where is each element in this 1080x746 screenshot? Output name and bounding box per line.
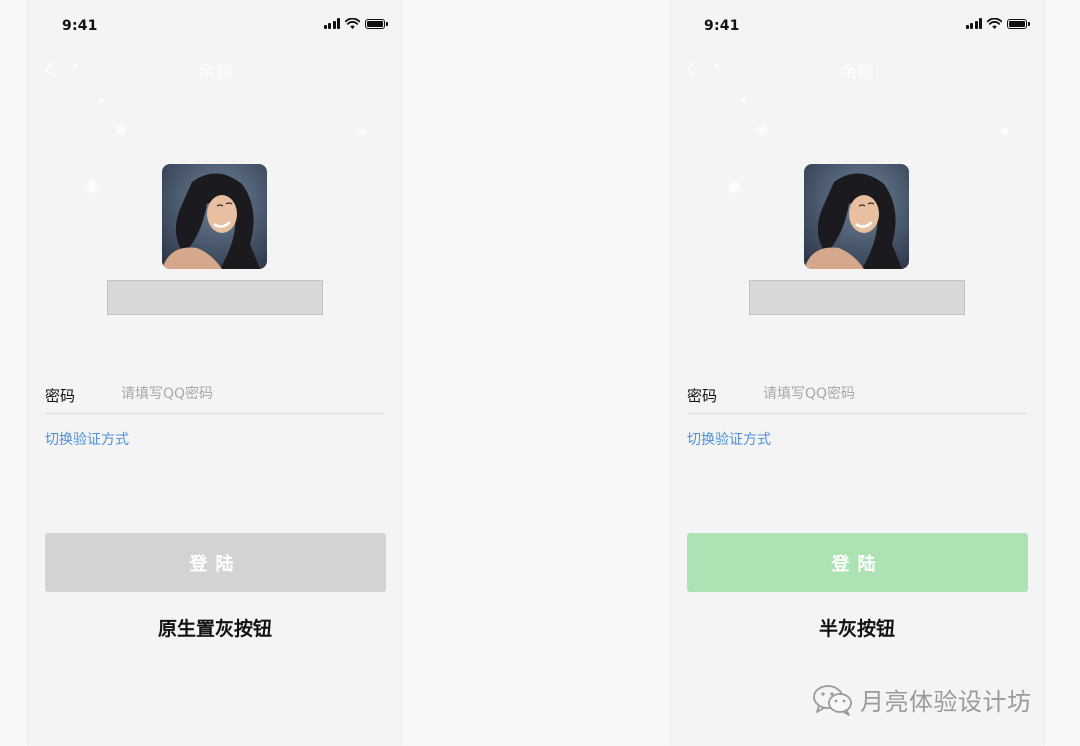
cellular-signal-icon: [323, 18, 340, 29]
sparkle-decoration: [359, 128, 366, 135]
nav-title: 余额: [198, 63, 232, 83]
input-divider: [45, 413, 385, 414]
status-bar: 9:41: [29, 0, 401, 44]
password-input[interactable]: [759, 381, 1017, 407]
sparkle-decoration: [117, 126, 125, 134]
status-time: 9:41: [62, 18, 98, 34]
wechat-logo-icon: [813, 684, 852, 716]
sparkle-decoration: [715, 64, 719, 68]
user-avatar: [162, 164, 267, 269]
battery-icon: [1007, 18, 1030, 29]
sparkle-decoration: [729, 182, 739, 192]
password-label: 密码: [687, 387, 718, 405]
screen-caption: 原生置灰按钮: [157, 618, 272, 640]
input-divider: [687, 413, 1027, 414]
wifi-icon: [345, 18, 360, 29]
login-button-half-gray[interactable]: 登陆: [687, 533, 1028, 592]
username-placeholder-box: [107, 280, 323, 315]
battery-icon: [365, 18, 388, 29]
sparkle-decoration: [99, 98, 104, 103]
sparkle-decoration: [759, 126, 767, 134]
sparkle-decoration: [1001, 128, 1008, 135]
password-label: 密码: [45, 387, 76, 405]
user-avatar: [804, 164, 909, 269]
phone-screen-native-disabled: 9:41 余额 密码 切换验证方式 登陆 原生置灰按钮: [29, 0, 401, 746]
username-placeholder-box: [749, 280, 965, 315]
phone-screen-half-gray: 9:41 余额 密码 切换验证方式 登陆 半灰按钮: [671, 0, 1043, 746]
nav-title: 余额: [840, 63, 874, 83]
status-time: 9:41: [704, 18, 740, 34]
status-bar: 9:41: [671, 0, 1043, 44]
sparkle-decoration: [741, 98, 746, 103]
sparkle-decoration: [87, 182, 97, 192]
switch-verification-link[interactable]: 切换验证方式: [45, 429, 129, 449]
switch-verification-link[interactable]: 切换验证方式: [687, 429, 771, 449]
status-icons: [323, 18, 388, 29]
watermark: 月亮体验设计坊: [812, 682, 1032, 717]
login-button-disabled[interactable]: 登陆: [45, 533, 386, 592]
status-icons: [965, 18, 1030, 29]
password-input[interactable]: [117, 381, 375, 407]
watermark-text: 月亮体验设计坊: [860, 688, 1032, 716]
sparkle-decoration: [73, 64, 77, 68]
screen-caption: 半灰按钮: [818, 618, 895, 640]
cellular-signal-icon: [965, 18, 982, 29]
wifi-icon: [987, 18, 1002, 29]
